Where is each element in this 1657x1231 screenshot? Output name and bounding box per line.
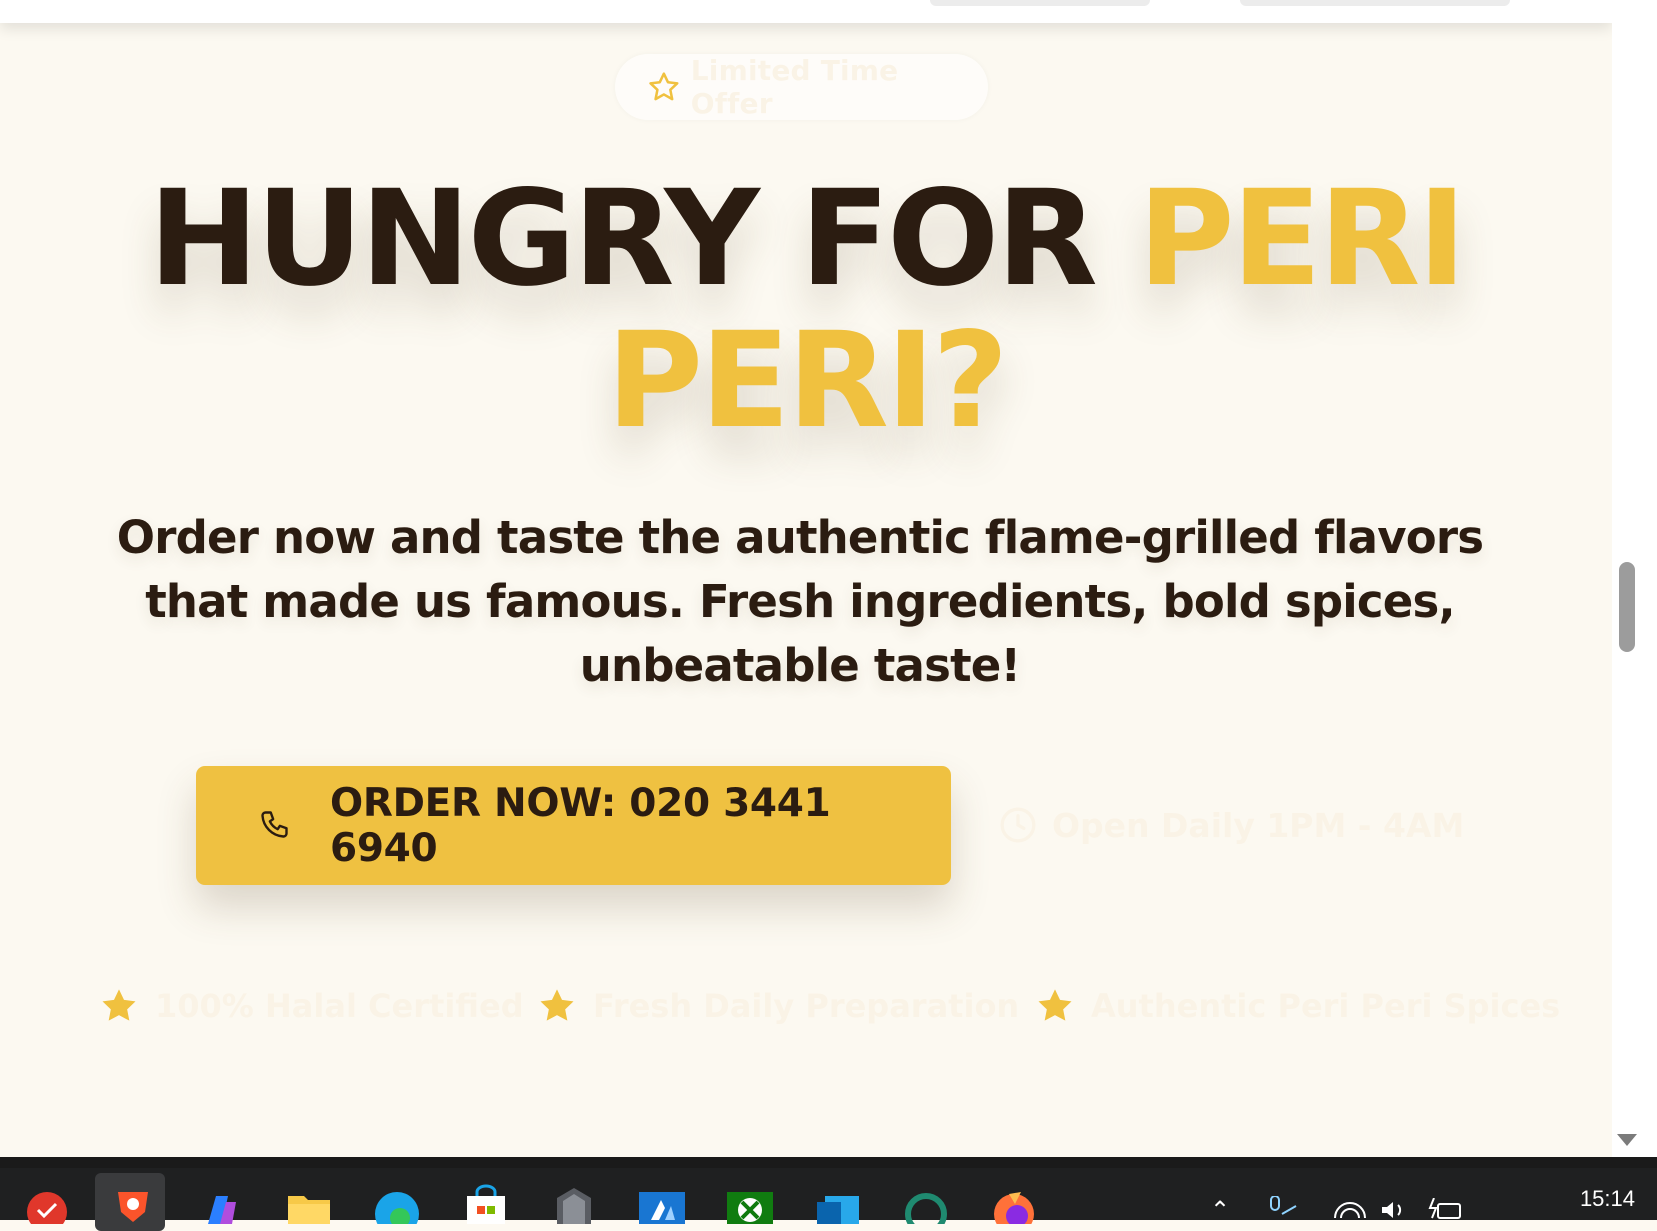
opening-hours: Open Daily 1PM - 4AM xyxy=(998,800,1464,850)
feature-label: Fresh Daily Preparation xyxy=(593,987,1020,1025)
xbox-icon[interactable] xyxy=(727,1184,773,1224)
limited-offer-badge: Limited Time Offer xyxy=(615,54,988,120)
scrollbar-thumb[interactable] xyxy=(1619,562,1635,652)
feature-item: 100% Halal Certified xyxy=(99,978,524,1034)
azure-icon[interactable] xyxy=(639,1184,685,1224)
clock-icon xyxy=(1000,807,1036,843)
limited-offer-label: Limited Time Offer xyxy=(690,54,899,120)
scroll-down-arrow-icon[interactable] xyxy=(1617,1134,1637,1146)
order-now-label: ORDER NOW: 020 3441 6940 xyxy=(330,780,831,871)
headline-accent: PERI? xyxy=(606,304,1008,458)
hero-headline: HUNGRY FOR PERI PERI? xyxy=(0,168,1612,452)
feature-label: 100% Halal Certified xyxy=(155,987,524,1025)
network-icon[interactable] xyxy=(1332,1202,1368,1220)
feature-item: Fresh Daily Preparation xyxy=(537,978,1019,1034)
star-icon xyxy=(540,989,574,1021)
order-now-button[interactable]: ORDER NOW: 020 3441 6940 xyxy=(196,766,951,885)
brave-browser-icon[interactable] xyxy=(110,1184,156,1224)
header-nav-pill[interactable] xyxy=(1240,0,1510,6)
firefox-icon[interactable] xyxy=(991,1184,1037,1224)
hero-subtitle: Order now and taste the authentic flame-… xyxy=(116,511,1484,692)
feature-item: Authentic Peri Peri Spices xyxy=(1035,978,1560,1034)
file-explorer-icon[interactable] xyxy=(286,1184,332,1224)
copilot-icon[interactable] xyxy=(198,1184,244,1224)
anydesk-icon[interactable] xyxy=(24,1184,70,1224)
microsoft-store-icon[interactable] xyxy=(463,1184,509,1224)
taskbar-clock[interactable]: 15:14 xyxy=(1580,1186,1635,1212)
outlook-icon[interactable] xyxy=(815,1184,861,1224)
header-nav-pill[interactable] xyxy=(930,0,1150,6)
security-shield-icon[interactable] xyxy=(551,1184,597,1224)
star-icon xyxy=(102,989,136,1021)
site-header xyxy=(0,0,1612,23)
edge-icon[interactable] xyxy=(374,1184,420,1224)
feature-label: Authentic Peri Peri Spices xyxy=(1091,987,1561,1025)
star-icon xyxy=(1038,989,1072,1021)
battery-icon[interactable] xyxy=(1428,1198,1464,1220)
headline-text: HUNGRY FOR xyxy=(148,162,1138,316)
volume-icon[interactable] xyxy=(1380,1200,1410,1220)
headline-accent: PERI xyxy=(1137,162,1467,316)
feature-list: 100% Halal Certified Fresh Daily Prepara… xyxy=(0,978,1612,1034)
star-outline-icon xyxy=(649,72,679,101)
microphone-icon[interactable] xyxy=(1262,1196,1302,1220)
phone-icon xyxy=(261,810,288,838)
app-ring-icon[interactable] xyxy=(903,1184,949,1224)
opening-hours-label: Open Daily 1PM - 4AM xyxy=(1052,805,1465,845)
web-page-viewport: Limited Time Offer HUNGRY FOR PERI PERI?… xyxy=(0,0,1612,1157)
